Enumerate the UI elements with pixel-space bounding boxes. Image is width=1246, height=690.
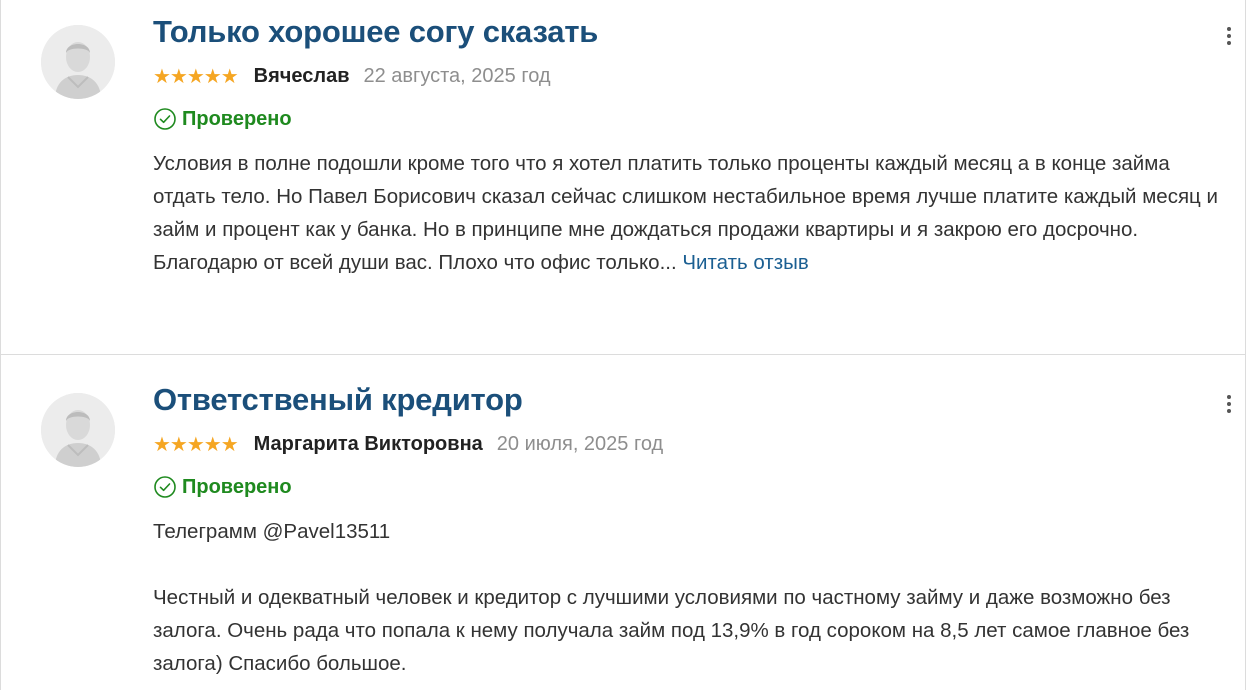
check-circle-icon [154, 476, 176, 498]
review-text: Условия в полне подошли кроме того что я… [153, 147, 1223, 279]
rating-stars: ★★★★★ [153, 434, 239, 456]
author-name: Вячеслав [253, 65, 350, 87]
check-circle-icon [154, 108, 176, 130]
more-vertical-icon[interactable] [1223, 22, 1235, 50]
verified-label: Проверено [182, 107, 292, 130]
review-card: Только хорошее согу сказать ★★★★★ Вячесл… [0, 0, 1246, 355]
review-date: 20 июля, 2025 год [496, 433, 664, 455]
more-vertical-icon[interactable] [1223, 390, 1235, 418]
user-avatar-icon [41, 393, 115, 467]
read-more-link[interactable]: Читать отзыв [682, 251, 808, 274]
user-avatar-icon [41, 25, 115, 99]
review-meta: ★★★★★ Маргарита Викторовна 20 июля, 2025… [153, 432, 663, 457]
verified-badge: Проверено [153, 107, 292, 131]
review-date: 22 августа, 2025 год [363, 65, 551, 87]
review-card: Ответственый кредитор ★★★★★ Маргарита Ви… [0, 355, 1246, 690]
rating-stars: ★★★★★ [153, 66, 239, 88]
review-meta: ★★★★★ Вячеслав 22 августа, 2025 год [153, 64, 551, 89]
author-name: Маргарита Викторовна [253, 433, 483, 455]
review-text-line: Телеграмм @Pavel13511 [153, 520, 391, 543]
review-title[interactable]: Ответственый кредитор [153, 382, 523, 418]
review-title[interactable]: Только хорошее согу сказать [153, 14, 598, 50]
review-text: Телеграмм @Pavel13511 Честный и одекватн… [153, 515, 1223, 680]
verified-badge: Проверено [153, 475, 292, 499]
review-text-line: Честный и одекватный человек и кредитор … [153, 586, 1190, 675]
verified-label: Проверено [182, 475, 292, 498]
